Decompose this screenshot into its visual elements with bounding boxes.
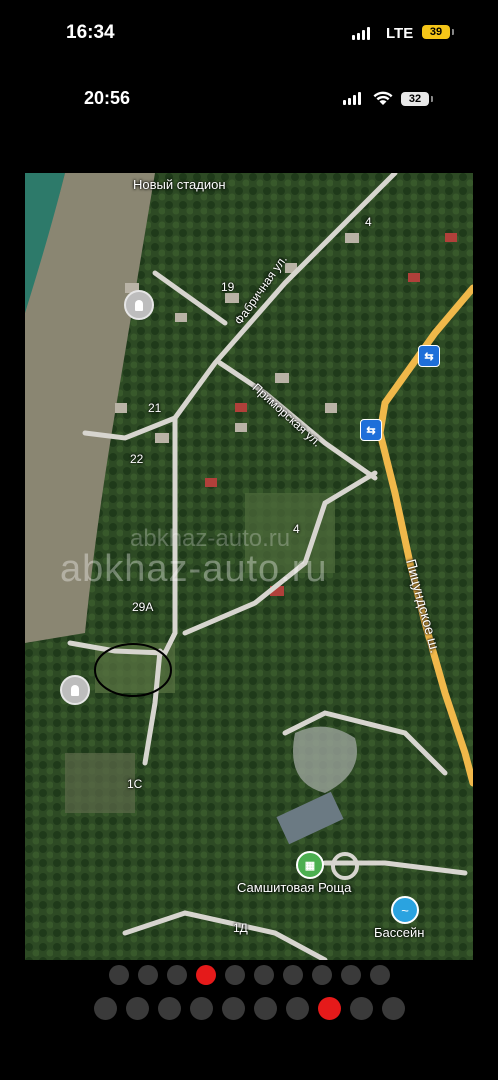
house-number: 19 (221, 280, 235, 294)
page-dot[interactable] (282, 965, 303, 985)
page-dot[interactable] (311, 965, 332, 985)
monument-icon[interactable] (60, 675, 90, 705)
house-number: 29А (132, 600, 154, 614)
status-bar-outer: 16:34 LTE 39 (0, 14, 498, 54)
page-dot-active[interactable] (317, 997, 341, 1020)
park-icon[interactable]: ▦ (296, 851, 324, 879)
label-grove[interactable]: Самшитовая Роща (237, 880, 351, 895)
page-dot[interactable] (224, 965, 245, 985)
page-dot[interactable] (93, 997, 117, 1020)
house-number: 21 (148, 401, 162, 415)
house-number: 4 (293, 522, 300, 536)
page-dot[interactable] (369, 965, 390, 985)
page-dot[interactable] (285, 997, 309, 1020)
cellular-signal-icon (352, 27, 370, 40)
house-number: 4 (365, 215, 372, 229)
bus-stop-icon[interactable]: ⇆ (418, 345, 440, 367)
monument-icon[interactable] (124, 290, 154, 320)
page-dot[interactable] (340, 965, 361, 985)
status-bar-inner: 20:56 32 (0, 80, 498, 120)
satellite-map[interactable]: abkhaz-auto.ru abkhaz-auto.ru Новый стад… (25, 173, 473, 960)
page-dot[interactable] (166, 965, 187, 985)
house-number: 1С (127, 777, 143, 791)
page-dot[interactable] (253, 997, 277, 1020)
page-dot[interactable] (125, 997, 149, 1020)
network-type: LTE (386, 25, 414, 42)
page-dot-active[interactable] (195, 965, 216, 985)
page-dot[interactable] (157, 997, 181, 1020)
pagination-top (0, 965, 498, 985)
battery-level: 32 (408, 93, 422, 105)
cellular-signal-icon (343, 92, 361, 105)
page-dot[interactable] (189, 997, 213, 1020)
battery-icon: 39 (422, 25, 454, 39)
house-number: 22 (130, 452, 144, 466)
battery-level: 39 (429, 26, 443, 38)
label-stadium[interactable]: Новый стадион (133, 177, 226, 192)
page-dot[interactable] (108, 965, 129, 985)
watermark: abkhaz-auto.ru (60, 548, 328, 590)
page-dot[interactable] (253, 965, 274, 985)
battery-icon: 32 (401, 92, 433, 106)
bus-stop-icon[interactable]: ⇆ (360, 419, 382, 441)
page-dot[interactable] (381, 997, 405, 1020)
status-time: 16:34 (66, 22, 115, 43)
page-dot[interactable] (349, 997, 373, 1020)
wifi-icon (373, 91, 393, 105)
swimming-icon[interactable]: ~ (391, 896, 419, 924)
label-pool[interactable]: Бассейн (374, 925, 424, 940)
status-time-inner: 20:56 (84, 88, 131, 108)
page-dot[interactable] (137, 965, 158, 985)
house-number: 1Д (233, 921, 248, 935)
page-dot[interactable] (221, 997, 245, 1020)
pagination-bottom (0, 997, 498, 1020)
